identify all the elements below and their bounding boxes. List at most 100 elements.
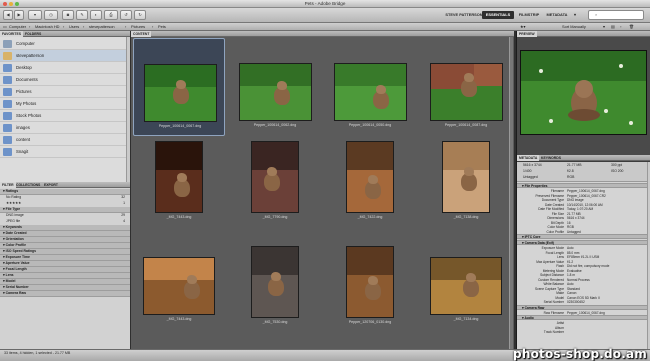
workspace-steve-patterson[interactable]: STEVE PATTERSON xyxy=(440,11,488,19)
folder-icon xyxy=(3,136,12,144)
favorite-item-computer[interactable]: Computer xyxy=(0,38,130,50)
breadcrumb-pets[interactable]: Pets xyxy=(158,23,166,31)
metadata-summary: 5616 x 3744 21.77 MB 300 ppi 1/400 f/2.8 ISO … xyxy=(517,162,650,182)
thumbnail-image[interactable] xyxy=(251,246,299,318)
sort-chevron-down-icon[interactable]: ▾ xyxy=(603,23,605,31)
forward-button[interactable]: ▶ xyxy=(14,10,24,20)
filter-category-header[interactable]: ▾ Lens xyxy=(0,273,130,279)
filter-item[interactable]: ★★★★★ 1 xyxy=(0,201,130,207)
filter-category-header[interactable]: ▾ Exposure Time xyxy=(0,255,130,261)
sort-dropdown[interactable]: Sort Manually xyxy=(562,23,586,31)
thumbnail-tile[interactable]: _MG_7138.dng xyxy=(420,138,512,236)
camera-download-icon[interactable]: ◙ xyxy=(62,10,74,20)
workspace-metadata[interactable]: METADATA xyxy=(544,11,570,19)
tab-keywords[interactable]: KEYWORDS xyxy=(539,155,563,161)
breadcrumb-pictures[interactable]: Pictures xyxy=(131,23,145,31)
favorite-item-content[interactable]: content xyxy=(0,134,130,146)
refine-icon[interactable]: ✎ xyxy=(76,10,88,20)
favorite-item-documents[interactable]: Documents xyxy=(0,74,130,86)
output-icon[interactable]: ⎙ xyxy=(104,10,118,20)
thumbnail-image[interactable] xyxy=(251,141,299,213)
thumbnail-tile[interactable]: Pepper_100614_0087.dng xyxy=(420,38,512,136)
recent-files-icon[interactable]: ◷ xyxy=(44,10,58,20)
thumbnail-tile[interactable]: _MG_7422.dng xyxy=(324,138,416,236)
rotate-right-icon[interactable]: ↻ xyxy=(134,10,146,20)
favorite-item-stevepatterson[interactable]: stevepatterson xyxy=(0,50,130,62)
filter-category-header[interactable]: ▾ Color Profile xyxy=(0,243,130,249)
filter-category-header[interactable]: ▾ Camera Raw xyxy=(0,291,130,297)
filter-category-header[interactable]: ▾ Ratings xyxy=(0,189,130,195)
open-recent-icon[interactable]: ▤ xyxy=(611,23,615,31)
thumbnail-image[interactable] xyxy=(239,63,312,121)
thumbnail-tile[interactable]: _MG_7790.dng xyxy=(229,138,321,236)
favorite-item-snagit[interactable]: Snagit xyxy=(0,146,130,158)
preview-image[interactable] xyxy=(520,50,647,135)
filter-category-header[interactable]: ▾ Date Created xyxy=(0,231,130,237)
favorite-item-desktop[interactable]: Desktop xyxy=(0,62,130,74)
breadcrumb-macintosh-hd[interactable]: Macintosh HD xyxy=(35,23,59,31)
metadata-section-header[interactable]: ▾ File Properties xyxy=(517,183,650,188)
workspace-menu-chevron-icon[interactable]: ▾ xyxy=(571,11,579,19)
open-in-raw-icon[interactable]: ◐ xyxy=(90,10,102,20)
workspace-filmstrip[interactable]: FILMSTRIP xyxy=(515,11,543,19)
content-scrollbar[interactable] xyxy=(509,37,513,349)
delete-icon[interactable]: 🗑 xyxy=(629,23,634,31)
thumbnail-image[interactable] xyxy=(334,63,407,121)
thumbnail-image[interactable] xyxy=(430,63,503,121)
filter-category-header[interactable]: ▾ File Type xyxy=(0,207,130,213)
filter-category-header[interactable]: ▾ Serial Number xyxy=(0,285,130,291)
thumbnail-image[interactable] xyxy=(442,141,490,213)
thumbnail-tile[interactable]: Pepper_100614_0062.dng xyxy=(229,38,321,136)
search-input[interactable]: ⌕ xyxy=(588,10,644,20)
favorite-item-label: Computer xyxy=(16,41,35,46)
reveal-folder-icon[interactable]: ▾ xyxy=(28,10,42,20)
breadcrumb-stevepatterson[interactable]: stevepatterson xyxy=(89,23,115,31)
thumbnail-tile[interactable]: _MG_7530.dng xyxy=(229,243,321,341)
tab-content[interactable]: CONTENT xyxy=(131,31,152,37)
metadata-section-header[interactable]: ▾ IPTC Core xyxy=(517,234,650,239)
path-bar: ▭ Computer › Macintosh HD › Users › stev… xyxy=(0,23,650,31)
thumbnail-image[interactable] xyxy=(346,246,394,318)
thumbnail-tile[interactable]: Pepper_100614_0067.dng xyxy=(133,38,225,136)
breadcrumb-computer[interactable]: Computer xyxy=(9,23,26,31)
thumbnail-image[interactable] xyxy=(144,64,217,122)
filter-stars-icon[interactable]: ★▾ xyxy=(520,23,525,31)
new-folder-icon[interactable]: ▫ xyxy=(620,23,621,31)
favorite-item-stock-photos[interactable]: Stock Photos xyxy=(0,110,130,122)
filter-category-label: ▾ Model xyxy=(3,279,16,283)
thumbnail-image[interactable] xyxy=(143,257,215,315)
filter-category-header[interactable]: ▾ Orientation xyxy=(0,237,130,243)
thumbnail-image[interactable] xyxy=(155,141,203,213)
metadata-section-header[interactable]: ▾ Camera Raw xyxy=(517,304,650,310)
breadcrumb-users[interactable]: Users xyxy=(69,23,79,31)
filter-item[interactable]: DNG image 29 xyxy=(0,213,130,219)
back-button[interactable]: ◀ xyxy=(3,10,13,20)
filter-category-text: Focal Length xyxy=(5,267,27,271)
thumbnail-tile[interactable]: _MG_7443.dng xyxy=(133,243,225,341)
tab-metadata[interactable]: METADATA xyxy=(517,155,540,161)
filter-category-label: ▾ Lens xyxy=(3,273,14,277)
filter-item[interactable]: JPEG file 4 xyxy=(0,219,130,225)
filter-category-header[interactable]: ▾ Keywords xyxy=(0,225,130,231)
filter-item[interactable]: No Rating 32 xyxy=(0,195,130,201)
workspace-essentials[interactable]: ESSENTIALS xyxy=(482,11,514,19)
breadcrumb-computer-icon[interactable]: ▭ xyxy=(3,23,7,31)
filter-category-header[interactable]: ▾ Model xyxy=(0,279,130,285)
favorite-item-pictures[interactable]: Pictures xyxy=(0,86,130,98)
metadata-section-header[interactable]: ▾ Audio xyxy=(517,315,650,320)
thumbnail-tile[interactable]: Pepper_120706_0130.dng xyxy=(324,243,416,341)
thumbnail-image[interactable] xyxy=(346,141,394,213)
thumbnail-tile[interactable]: _MG_7134.dng xyxy=(420,243,512,341)
filter-category-header[interactable]: ▾ Aperture Value xyxy=(0,261,130,267)
thumbnail-tile[interactable]: Pepper_100614_0050.dng xyxy=(324,38,416,136)
filter-category-header[interactable]: ▾ Focal Length xyxy=(0,267,130,273)
favorite-item-my-photos[interactable]: My Photos xyxy=(0,98,130,110)
rotate-left-icon[interactable]: ↺ xyxy=(120,10,132,20)
documents-folder-icon xyxy=(3,76,12,84)
filter-category-header[interactable]: ▾ ISO Speed Ratings xyxy=(0,249,130,255)
favorites-scrollbar[interactable] xyxy=(126,37,130,182)
metadata-section-header[interactable]: ▾ Camera Data (Exif) xyxy=(517,240,650,245)
thumbnail-image[interactable] xyxy=(430,257,502,315)
favorite-item-images[interactable]: images xyxy=(0,122,130,134)
thumbnail-tile[interactable]: _MG_7443.dng xyxy=(133,138,225,236)
